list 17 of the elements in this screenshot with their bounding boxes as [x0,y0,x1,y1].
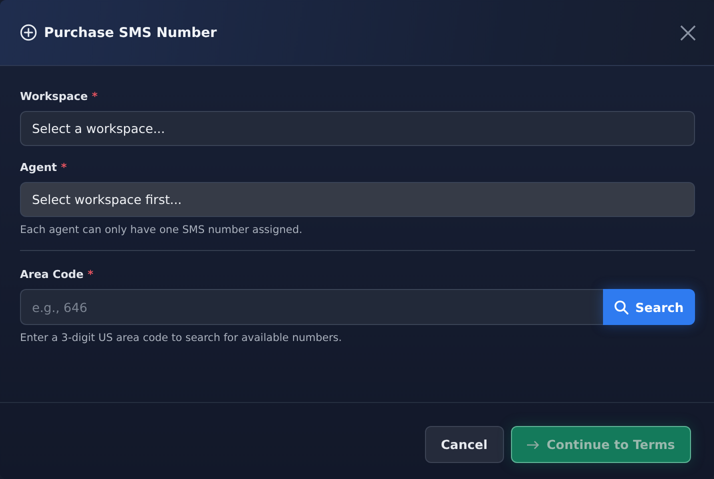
cancel-button[interactable]: Cancel [424,426,504,463]
dialog-title: Purchase SMS Number [44,24,217,40]
field-label: Agent [20,161,57,174]
required-asterisk: * [88,268,94,281]
search-button[interactable]: Search [603,289,695,325]
field-label: Workspace [20,90,88,103]
required-asterisk: * [92,90,98,103]
search-icon [614,300,630,314]
help-text: Enter a 3-digit US area code to search for available numbers. [20,332,343,344]
arrow-right-icon [526,440,540,450]
required-asterisk: * [60,161,67,174]
close-icon[interactable] [680,24,696,40]
help-text: Each agent can only have one SMS number assigned. [20,224,304,236]
area-code-field[interactable]: e.g., 646 [20,289,603,325]
plus-circle-icon [20,24,37,41]
select-field[interactable]: Select a workspace... [20,111,695,146]
field-label: Area Code [20,268,84,281]
